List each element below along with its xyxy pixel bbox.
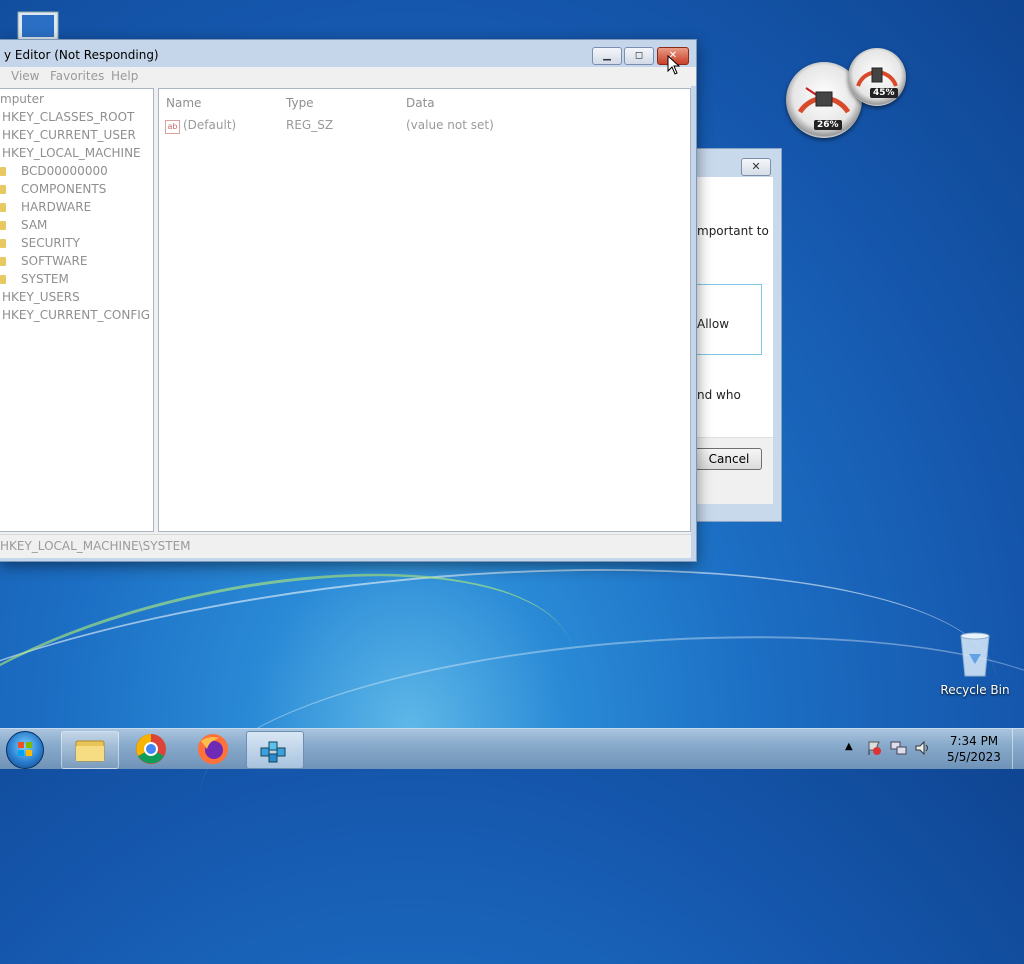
tree-item-label: SYSTEM [21,272,69,286]
clock-time: 7:34 PM [949,734,999,748]
tree-item-label: BCD00000000 [21,164,108,178]
recycle-bin-desktop-icon[interactable]: Recycle Bin [940,630,1010,697]
dialog-text: mportant to [697,224,769,238]
column-header-name[interactable]: Name [166,96,201,110]
menu-favorites[interactable]: Favorites [50,69,104,83]
tree-item-system[interactable]: SYSTEM [0,272,69,286]
folder-icon [0,203,6,212]
tree-hkey-current-user[interactable]: HKEY_CURRENT_USER [2,128,136,142]
start-button[interactable] [6,731,44,769]
recycle-bin-label: Recycle Bin [940,683,1010,697]
window-title: y Editor (Not Responding) [4,48,159,62]
cpu-value: 26% [814,120,842,130]
value-name: (Default) [183,118,237,132]
menu-bar: View Favorites Help [0,67,696,86]
folder-icon [0,275,6,284]
show-desktop-button[interactable] [1012,729,1024,769]
tree-item-components[interactable]: COMPONENTS [0,182,106,196]
tree-item-security[interactable]: SECURITY [0,236,80,250]
memory-meter-gadget[interactable]: 45% [848,48,906,106]
tree-item-bcd[interactable]: BCD00000000 [0,164,108,178]
background-dialog: ✕ mportant to Allow nd who Cancel [697,148,782,522]
values-list[interactable]: Name Type Data ab (Default) REG_SZ (value… [158,88,691,532]
tree-item-label: SAM [21,218,48,232]
monitor-icon [17,11,59,41]
value-data-cell: (value not set) [406,118,494,132]
maximize-button[interactable]: ◻ [624,47,654,65]
tree-item-software[interactable]: SOFTWARE [0,254,87,268]
allow-option[interactable]: Allow [697,284,762,355]
folder-icon [0,257,6,266]
value-name-cell: ab (Default) [165,118,236,134]
network-icon[interactable] [890,740,908,756]
tree-hkey-current-config[interactable]: HKEY_CURRENT_CONFIG [2,308,150,322]
tree-item-label: HARDWARE [21,200,92,214]
computer-desktop-icon[interactable] [14,10,62,41]
menu-help[interactable]: Help [111,69,138,83]
cancel-button[interactable]: Cancel [697,448,762,470]
taskbar-regedit-button[interactable] [246,731,304,769]
registry-editor-window[interactable]: y Editor (Not Responding) ▁ ◻ ✕ View Fav… [0,39,697,562]
tree-item-label: SECURITY [21,236,80,250]
taskbar: ▲ 7:34 PM 5/5/2023 [0,728,1024,769]
action-center-flag-icon[interactable] [866,740,882,756]
folder-icon [0,185,6,194]
tree-item-sam[interactable]: SAM [0,218,47,232]
registry-tree[interactable]: mputer HKEY_CLASSES_ROOT HKEY_CURRENT_US… [0,88,154,532]
folder-icon [75,740,105,762]
registry-editor-icon [260,741,286,763]
minimize-icon: ▁ [603,50,611,61]
folder-icon [0,167,6,176]
tree-hkey-users[interactable]: HKEY_USERS [2,290,80,304]
window-client: mputer HKEY_CLASSES_ROOT HKEY_CURRENT_US… [0,86,691,558]
tree-root-computer[interactable]: mputer [0,92,44,106]
maximize-icon: ◻ [634,50,644,61]
allow-option-label: Allow [697,317,730,331]
tree-item-label: SOFTWARE [21,254,88,268]
windows-logo-icon [18,742,32,756]
status-bar: HKEY_LOCAL_MACHINE\SYSTEM [0,534,691,557]
folder-icon [0,221,6,230]
dialog-text: nd who [697,388,741,402]
show-hidden-icons-button[interactable]: ▲ [845,741,853,752]
recycle-bin-icon [960,632,990,677]
menu-view[interactable]: View [11,69,39,83]
tree-hkey-local-machine[interactable]: HKEY_LOCAL_MACHINE [2,146,141,160]
mouse-cursor-icon [667,55,681,75]
close-icon: ✕ [751,160,761,173]
folder-icon [0,239,6,248]
firefox-icon [198,734,228,764]
tree-item-hardware[interactable]: HARDWARE [0,200,91,214]
tree-hkey-classes-root[interactable]: HKEY_CLASSES_ROOT [2,110,134,124]
minimize-button[interactable]: ▁ [592,47,622,65]
clock-date: 5/5/2023 [947,750,1001,764]
taskbar-explorer-button[interactable] [61,731,119,769]
volume-icon[interactable] [914,740,932,756]
taskbar-firefox-button[interactable] [185,731,241,767]
taskbar-chrome-button[interactable] [123,731,179,767]
status-path: HKEY_LOCAL_MACHINE\SYSTEM [0,539,191,553]
column-header-data[interactable]: Data [406,96,435,110]
value-type-cell: REG_SZ [286,118,334,132]
dialog-close-button[interactable]: ✕ [741,158,771,176]
column-header-type[interactable]: Type [286,96,314,110]
clock[interactable]: 7:34 PM 5/5/2023 [944,734,1004,764]
string-value-icon: ab [165,120,180,134]
chrome-icon [136,734,166,764]
tree-item-label: COMPONENTS [21,182,107,196]
memory-value: 45% [870,88,898,98]
